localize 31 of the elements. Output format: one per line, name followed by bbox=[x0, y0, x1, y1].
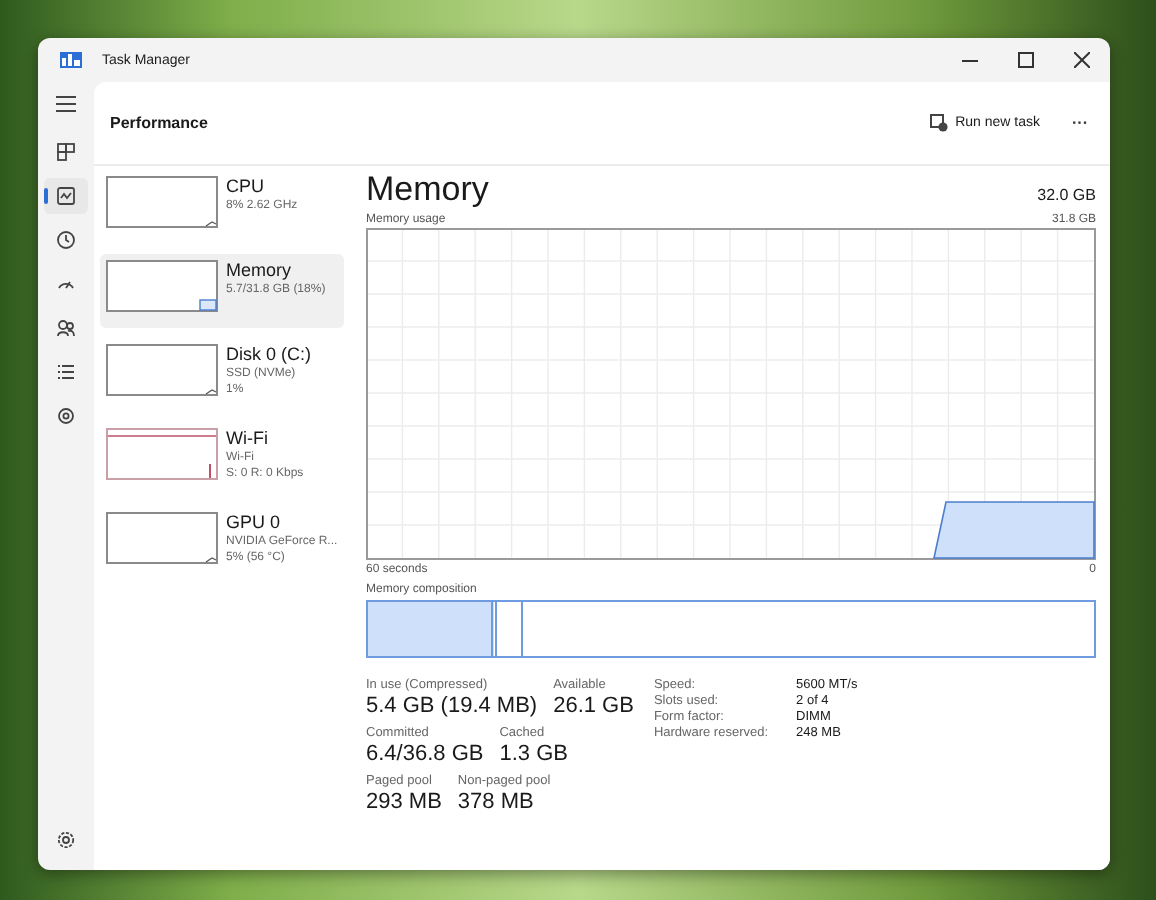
mini-graph bbox=[106, 176, 218, 228]
minimize-icon[interactable] bbox=[962, 59, 978, 61]
details-icon bbox=[56, 362, 76, 382]
settings-icon bbox=[56, 830, 76, 850]
new-task-icon bbox=[929, 114, 948, 132]
stat-value: 5.4 GB (19.4 MB) bbox=[366, 692, 538, 720]
page-title: Performance bbox=[110, 114, 208, 132]
total-memory: 32.0 GB bbox=[1037, 186, 1096, 204]
device-name: CPU bbox=[226, 176, 267, 198]
stat-value: 293 MB bbox=[366, 788, 442, 816]
maximize-icon[interactable] bbox=[1018, 52, 1034, 68]
device-name: Wi-Fi bbox=[226, 428, 270, 450]
mini-graph bbox=[106, 512, 218, 564]
mini-graph bbox=[106, 428, 218, 480]
menu-icon[interactable] bbox=[56, 96, 76, 112]
mini-graph bbox=[106, 260, 218, 312]
mini-graph bbox=[106, 344, 218, 396]
stat-value: 378 MB bbox=[457, 788, 536, 816]
nav-button[interactable] bbox=[44, 178, 88, 214]
stat-value: 1.3 GB bbox=[499, 740, 568, 768]
device-name: GPU 0 bbox=[226, 512, 283, 534]
users-icon bbox=[56, 318, 76, 338]
app-icon bbox=[60, 52, 82, 68]
device-name: Disk 0 (C:) bbox=[226, 344, 311, 366]
memory-title: Memory bbox=[366, 170, 489, 210]
close-icon[interactable] bbox=[1074, 52, 1090, 68]
more-options-button[interactable]: ··· bbox=[1066, 108, 1094, 138]
device-name: Memory bbox=[226, 260, 294, 282]
performance-icon bbox=[56, 186, 76, 206]
stat-value: 6.4/36.8 GB bbox=[366, 740, 484, 768]
stat-value: 26.1 GB bbox=[553, 692, 634, 720]
